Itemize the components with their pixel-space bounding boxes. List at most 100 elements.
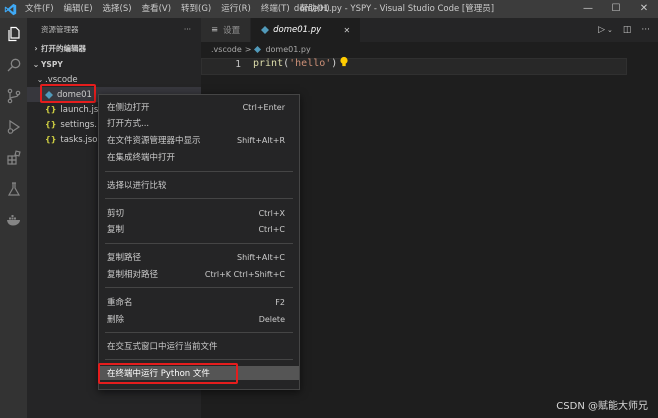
menu-file[interactable]: 文件(F) [20,0,59,18]
annotation-box-menu-item [98,363,238,384]
menu-terminal[interactable]: 终端(T) [256,0,295,18]
menu-item-shortcut: Ctrl+K Ctrl+Shift+C [204,269,285,279]
source-control-icon[interactable] [0,80,27,111]
menu-item-label: 在侧边打开 [107,103,150,113]
open-editors-section[interactable]: › 打开的编辑器 [27,40,201,56]
tab-label: 设置 [223,26,241,36]
breadcrumb-file[interactable]: dome01.py [265,45,310,54]
menu-item-open-with[interactable]: 打开方式... [99,116,299,130]
menu-item-shortcut: Ctrl+Enter [242,102,285,112]
chevron-right-icon: > [244,44,252,54]
menu-help[interactable]: 帮助(H) [295,0,335,18]
menu-item-label: 重命名 [107,298,133,308]
split-editor-icon[interactable]: ◫ [623,25,632,35]
menu-separator [105,198,293,199]
maximize-button[interactable]: ☐ [602,0,630,18]
lightbulb-icon[interactable] [339,56,349,71]
chevron-down-icon: ⌄ [36,75,44,84]
run-debug-icon[interactable] [0,111,27,142]
menu-item-reveal-in-explorer[interactable]: 在文件资源管理器中显示 Shift+Alt+R [99,133,299,147]
python-icon [261,26,270,34]
more-actions-button[interactable]: ··· [184,25,191,34]
close-window-button[interactable]: ✕ [630,0,658,18]
activity-bar [0,18,27,418]
menu-item-copy-path[interactable]: 复制路径 Shift+Alt+C [99,250,299,264]
menu-view[interactable]: 查看(V) [137,0,176,18]
run-file-icon[interactable]: ▷ [598,25,605,35]
editor-tabs: ≡ 设置 dome01.py ✕ ▷ ⌄ ◫ ··· [201,18,658,42]
menu-separator [105,332,293,333]
open-editors-label: 打开的编辑器 [41,43,86,53]
menu-item-copy-relative-path[interactable]: 复制相对路径 Ctrl+K Ctrl+Shift+C [99,267,299,281]
files-icon[interactable] [0,18,27,49]
folder-label: .vscode [45,74,78,85]
json-icon: {} [45,105,57,114]
menu-item-run-in-interactive-window[interactable]: 在交互式窗口中运行当前文件 [99,339,299,353]
workspace-label: YSPY [41,59,63,69]
testing-icon[interactable] [0,173,27,204]
menu-bar: 文件(F) 编辑(E) 选择(S) 查看(V) 转到(G) 运行(R) 终端(T… [20,0,335,18]
menu-item-label: 复制相对路径 [107,270,159,280]
menu-separator [105,359,293,360]
context-menu: 在侧边打开 Ctrl+Enter 打开方式... 在文件资源管理器中显示 Shift… [98,94,300,390]
menu-item-shortcut: F2 [275,297,285,307]
search-icon[interactable] [0,49,27,80]
menu-item-rename[interactable]: 重命名 F2 [99,295,299,309]
menu-item-shortcut: Delete [258,314,285,324]
menu-item-shortcut: Ctrl+X [258,208,285,218]
tab-label: dome01.py [273,25,322,35]
explorer-header: 资源管理器 ··· [27,18,201,40]
menu-go[interactable]: 转到(G) [176,0,216,18]
menu-item-select-for-compare[interactable]: 选择以进行比较 [99,178,299,192]
menu-item-copy[interactable]: 复制 Ctrl+C [99,222,299,236]
menu-item-open-to-side[interactable]: 在侧边打开 Ctrl+Enter [99,100,299,114]
chevron-down-icon[interactable]: ⌄ [607,26,613,34]
workspace-section[interactable]: ⌄ YSPY [27,56,201,72]
menu-item-cut[interactable]: 剪切 Ctrl+X [99,206,299,220]
title-bar: 文件(F) 编辑(E) 选择(S) 查看(V) 转到(G) 运行(R) 终端(T… [0,0,658,18]
menu-separator [105,243,293,244]
menu-item-open-in-terminal[interactable]: 在集成终端中打开 [99,150,299,164]
file-label: launch.js [60,104,99,115]
file-label: tasks.jso [60,134,98,145]
menu-item-shortcut: Ctrl+C [258,224,285,234]
menu-selection[interactable]: 选择(S) [98,0,137,18]
tab-dome01[interactable]: dome01.py ✕ [251,18,362,42]
docker-icon[interactable] [0,204,27,235]
json-icon: {} [45,120,57,129]
vscode-logo-icon [0,0,20,18]
menu-item-shortcut: Shift+Alt+R [237,135,285,145]
menu-separator [105,171,293,172]
menu-item-label: 复制 [107,225,125,235]
menu-item-label: 在集成终端中打开 [107,153,176,163]
json-icon: {} [45,135,57,144]
menu-edit[interactable]: 编辑(E) [59,0,98,18]
tab-settings[interactable]: ≡ 设置 [201,18,252,42]
extensions-icon[interactable] [0,142,27,173]
menu-item-label: 剪切 [107,209,125,219]
more-actions-icon[interactable]: ··· [641,25,650,35]
settings-list-icon: ≡ [211,25,219,35]
line-number: 1 [235,59,241,70]
minimize-button[interactable]: — [574,0,602,18]
menu-item-label: 复制路径 [107,253,142,263]
menu-run[interactable]: 运行(R) [216,0,256,18]
close-tab-icon[interactable]: ✕ [343,26,350,35]
menu-item-label: 在交互式窗口中运行当前文件 [107,342,218,352]
editor-actions: ▷ ⌄ ◫ ··· [598,18,658,42]
menu-item-label: 打开方式... [107,119,150,129]
file-label: settings. [60,119,97,130]
menu-item-shortcut: Shift+Alt+C [236,252,285,262]
chevron-down-icon: ⌄ [32,59,40,69]
chevron-right-icon: › [34,43,38,53]
breadcrumb: .vscode > dome01.py [201,42,658,56]
code-string: 'hello' [289,58,332,69]
menu-item-label: 选择以进行比较 [107,181,167,191]
menu-separator [105,287,293,288]
code-line[interactable]: print('hello') [253,58,337,69]
menu-item-label: 删除 [107,315,125,325]
window-controls: — ☐ ✕ [574,0,658,18]
python-icon [254,45,262,53]
breadcrumb-folder[interactable]: .vscode [211,45,242,54]
menu-item-delete[interactable]: 删除 Delete [99,312,299,326]
